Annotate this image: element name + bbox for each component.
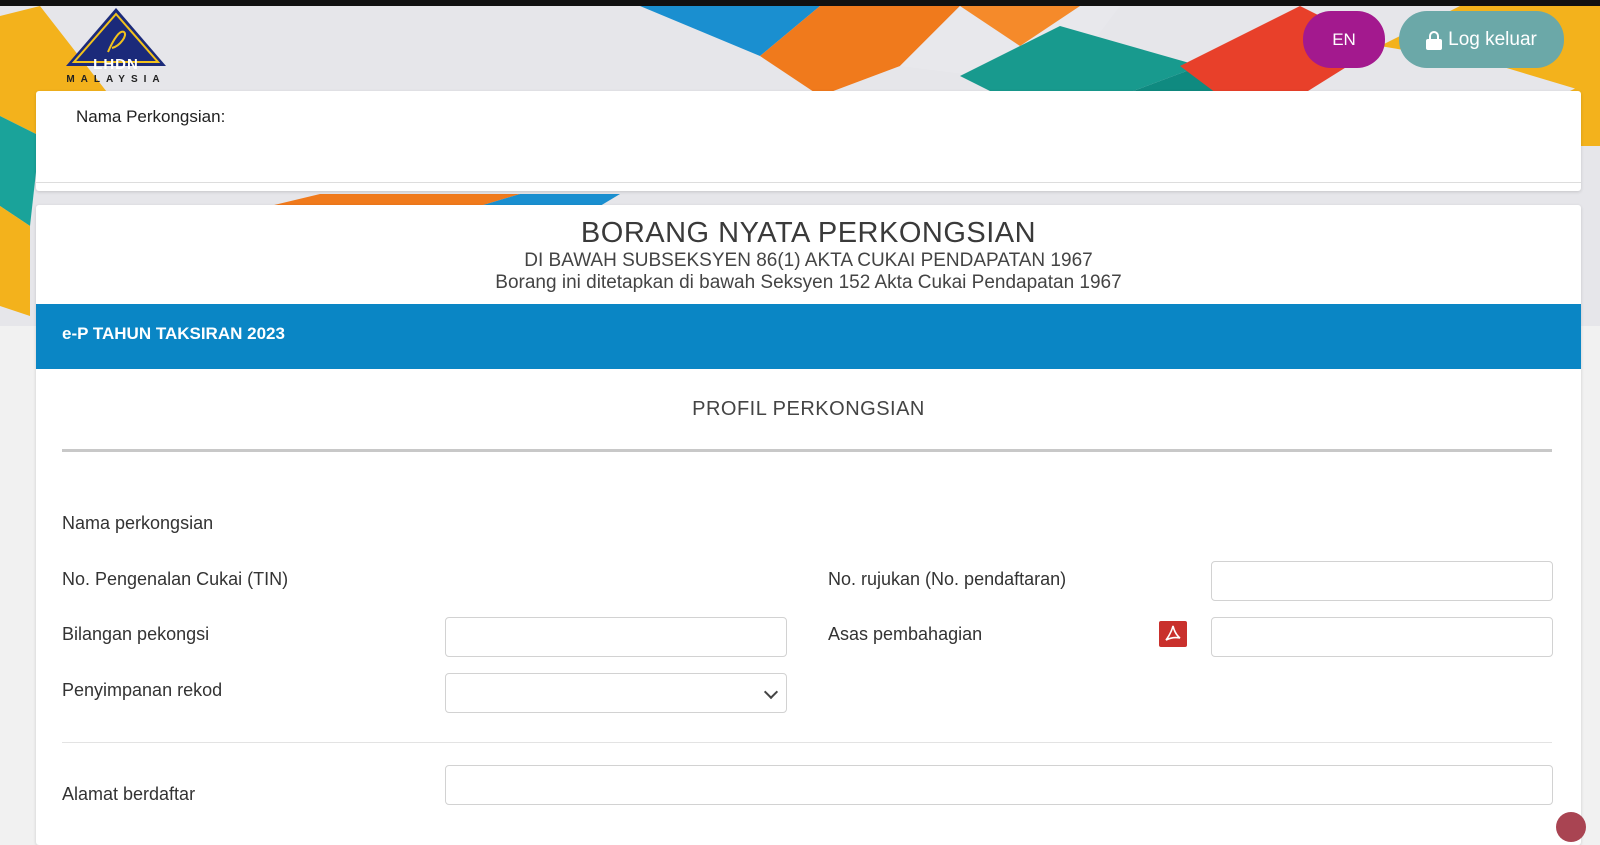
card-divider (36, 182, 1581, 183)
partnership-name-label: Nama Perkongsian: (76, 107, 226, 126)
logo-country: MALAYSIA (66, 74, 166, 85)
top-border (0, 0, 1600, 6)
logout-label: Log keluar (1448, 28, 1537, 50)
chevron-down-icon (763, 684, 779, 700)
penyimpanan-rekod-select[interactable] (445, 673, 787, 713)
lhdn-logo: LHDN MALAYSIA (62, 8, 170, 88)
language-toggle-button[interactable]: EN (1303, 11, 1385, 68)
asas-pembahagian-input[interactable] (1211, 617, 1553, 657)
logout-button[interactable]: Log keluar (1399, 11, 1564, 68)
form-card: BORANG NYATA PERKONGSIAN DI BAWAH SUBSEK… (36, 205, 1581, 845)
label-no-rujukan: No. rujukan (No. pendaftaran) (828, 569, 1067, 589)
bilangan-pekongsi-input[interactable] (445, 617, 787, 657)
chat-widget-button[interactable] (1556, 812, 1586, 842)
form-title: BORANG NYATA PERKONGSIAN (580, 217, 1037, 249)
section-title: PROFIL PERKONGSIAN (692, 398, 925, 420)
no-rujukan-input[interactable] (1211, 561, 1553, 601)
alamat-berdaftar-input[interactable] (445, 765, 1553, 805)
label-alamat-berdaftar: Alamat berdaftar (62, 784, 196, 804)
label-penyimpanan-rekod: Penyimpanan rekod (62, 680, 223, 700)
logo-text: LHDN (93, 56, 139, 73)
assessment-year-bar: e-P TAHUN TAKSIRAN 2023 (36, 304, 1581, 369)
label-tin: No. Pengenalan Cukai (TIN) (62, 569, 289, 589)
label-nama-perkongsian: Nama perkongsian (62, 513, 214, 533)
section-divider (62, 449, 1552, 452)
assessment-year-label: e-P TAHUN TAKSIRAN 2023 (62, 324, 285, 343)
label-bilangan-pekongsi: Bilangan pekongsi (62, 624, 210, 644)
label-asas-pembahagian: Asas pembahagian (828, 624, 983, 644)
form-divider (62, 742, 1552, 743)
form-subtitle-2: Borang ini ditetapkan di bawah Seksyen 1… (495, 272, 1122, 293)
partnership-name-card: Nama Perkongsian: (36, 91, 1581, 191)
form-subtitle-1: DI BAWAH SUBSEKSYEN 86(1) AKTA CUKAI PEN… (524, 250, 1093, 271)
lock-icon (1426, 30, 1443, 50)
pdf-icon[interactable] (1159, 621, 1187, 647)
